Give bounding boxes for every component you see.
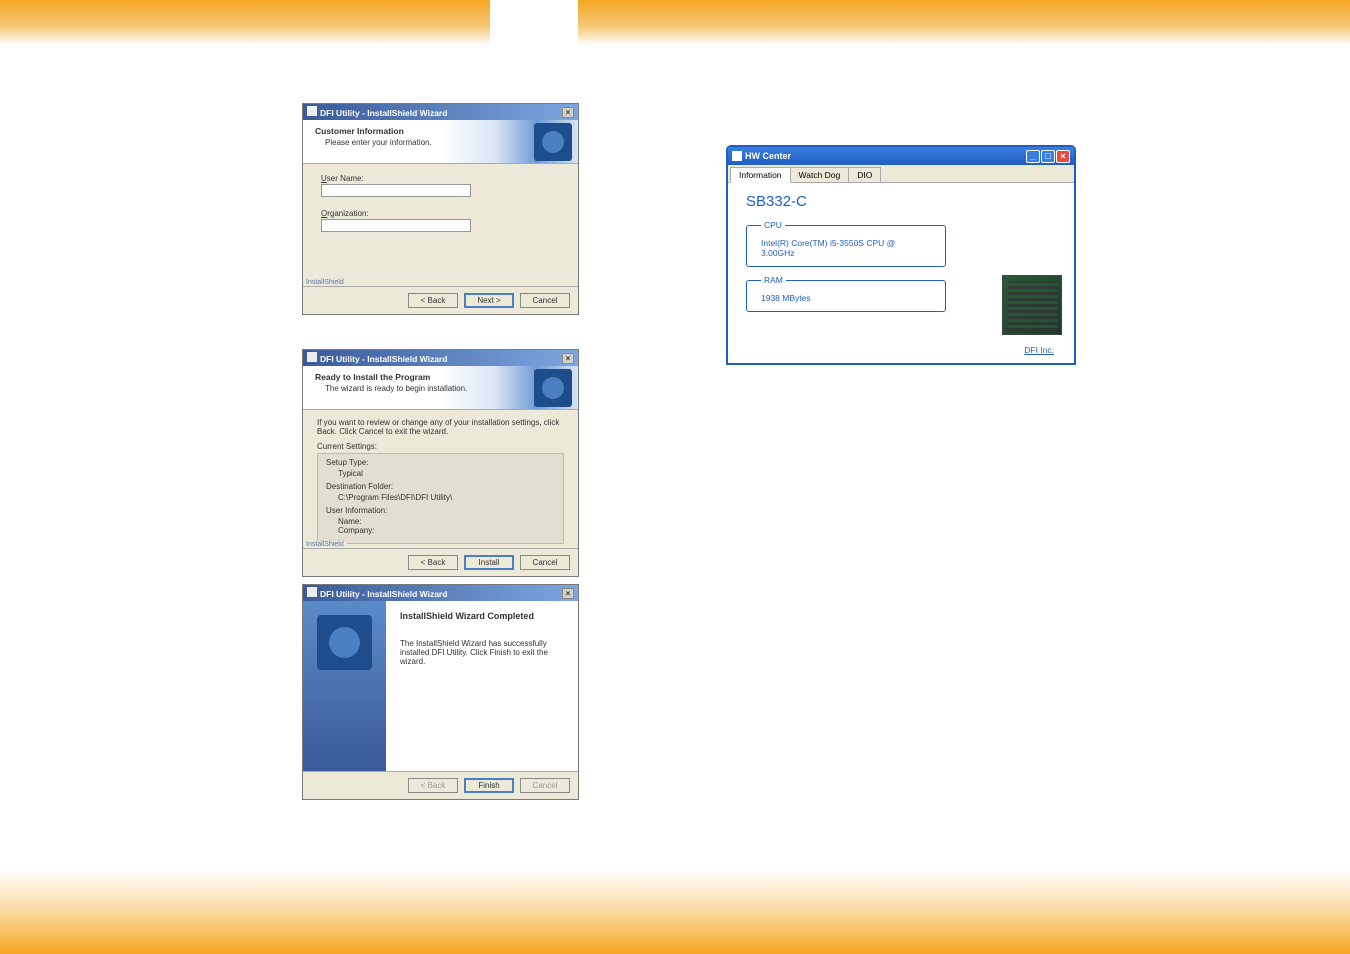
close-icon[interactable]: × — [562, 107, 574, 118]
organization-input[interactable] — [321, 219, 471, 232]
close-icon[interactable]: × — [562, 353, 574, 364]
header-title: Ready to Install the Program — [315, 372, 566, 382]
back-button[interactable]: < Back — [408, 555, 458, 570]
titlebar: DFI Utility - InstallShield Wizard × — [303, 350, 578, 366]
wizard-icon — [307, 352, 317, 362]
dest-folder-label: Destination Folder: — [326, 482, 555, 491]
cpu-group: CPU Intel(R) Core(TM) i5-3550S CPU @ 3.0… — [746, 220, 946, 267]
installer-logo-icon — [317, 615, 372, 670]
tab-dio[interactable]: DIO — [848, 167, 881, 182]
wizard-side-graphic — [303, 601, 386, 771]
installshield-brand: InstallShield — [303, 279, 347, 286]
organization-label: Organization: — [321, 209, 560, 218]
cpu-legend: CPU — [761, 220, 785, 230]
completed-text: The InstallShield Wizard has successfull… — [400, 639, 564, 666]
header-subtitle: The wizard is ready to begin installatio… — [315, 384, 566, 393]
username-input[interactable] — [321, 184, 471, 197]
completed-title: InstallShield Wizard Completed — [400, 611, 564, 621]
user-info-label: User Information: — [326, 506, 555, 515]
username-label: User Name: — [321, 174, 560, 183]
dialog-body: If you want to review or change any of y… — [303, 410, 578, 548]
install-button[interactable]: Install — [464, 555, 514, 570]
wizard-icon — [307, 587, 317, 597]
dialog-header: Ready to Install the Program The wizard … — [303, 366, 578, 410]
ram-value: 1938 MBytes — [761, 293, 811, 303]
hw-body: SB332-C CPU Intel(R) Core(TM) i5-3550S C… — [728, 183, 1074, 363]
dialog-header: Customer Information Please enter your i… — [303, 120, 578, 164]
back-button: < Back — [408, 778, 458, 793]
cancel-button[interactable]: Cancel — [520, 555, 570, 570]
cancel-button: Cancel — [520, 778, 570, 793]
minimize-icon[interactable]: _ — [1026, 150, 1040, 163]
current-settings-label: Current Settings: — [317, 442, 564, 451]
page-header-banner — [0, 0, 1350, 45]
window-title: DFI Utility - InstallShield Wizard — [307, 587, 447, 599]
dialog-body: User Name: Organization: — [303, 164, 578, 286]
ram-group: RAM 1938 MBytes — [746, 275, 946, 312]
titlebar: HW Center _ □ × — [728, 147, 1074, 165]
hw-center-window: HW Center _ □ × Information Watch Dog DI… — [726, 145, 1076, 365]
completion-panel: InstallShield Wizard Completed The Insta… — [386, 601, 578, 771]
installer-dialog-customer-info: DFI Utility - InstallShield Wizard × Cus… — [302, 103, 579, 315]
cancel-button[interactable]: Cancel — [520, 293, 570, 308]
dialog-footer: InstallShield < Back Install Cancel — [303, 548, 578, 576]
window-title: DFI Utility - InstallShield Wizard — [307, 352, 447, 364]
header-subtitle: Please enter your information. — [315, 138, 566, 147]
dialog-footer: < Back Finish Cancel — [303, 771, 578, 799]
installer-dialog-completed: DFI Utility - InstallShield Wizard × Ins… — [302, 584, 579, 800]
header-white-tab — [490, 0, 578, 45]
dfi-link[interactable]: DFI Inc. — [1024, 345, 1054, 355]
settings-panel: Setup Type: Typical Destination Folder: … — [317, 453, 564, 544]
setup-type-label: Setup Type: — [326, 458, 555, 467]
page-footer-banner — [0, 869, 1350, 954]
maximize-icon[interactable]: □ — [1041, 150, 1055, 163]
titlebar: DFI Utility - InstallShield Wizard × — [303, 104, 578, 120]
app-icon — [732, 151, 742, 161]
close-icon[interactable]: × — [1056, 150, 1070, 163]
dest-folder-value: C:\Program Files\DFI\DFI Utility\ — [326, 493, 555, 502]
dialog-footer: InstallShield < Back Next > Cancel — [303, 286, 578, 314]
next-button[interactable]: Next > — [464, 293, 514, 308]
hw-tabs: Information Watch Dog DIO — [728, 165, 1074, 183]
motherboard-image — [1002, 275, 1062, 335]
product-name: SB332-C — [746, 193, 1056, 210]
installer-logo-icon — [534, 369, 572, 407]
installshield-brand: InstallShield — [303, 541, 347, 548]
tab-watch-dog[interactable]: Watch Dog — [790, 167, 850, 182]
installer-logo-icon — [534, 123, 572, 161]
user-info-name: Name: — [326, 517, 555, 526]
window-title: DFI Utility - InstallShield Wizard — [307, 106, 447, 118]
header-title: Customer Information — [315, 126, 566, 136]
wizard-icon — [307, 106, 317, 116]
user-info-company: Company: — [326, 526, 555, 535]
tab-information[interactable]: Information — [730, 167, 791, 183]
ram-legend: RAM — [761, 275, 786, 285]
finish-button[interactable]: Finish — [464, 778, 514, 793]
window-title: HW Center — [732, 151, 791, 162]
close-icon[interactable]: × — [562, 588, 574, 599]
cpu-value: Intel(R) Core(TM) i5-3550S CPU @ 3.00GHz — [761, 238, 895, 258]
dialog-body: InstallShield Wizard Completed The Insta… — [303, 601, 578, 771]
titlebar: DFI Utility - InstallShield Wizard × — [303, 585, 578, 601]
review-intro-text: If you want to review or change any of y… — [317, 418, 564, 436]
back-button[interactable]: < Back — [408, 293, 458, 308]
installer-dialog-ready: DFI Utility - InstallShield Wizard × Rea… — [302, 349, 579, 577]
setup-type-value: Typical — [326, 469, 555, 478]
